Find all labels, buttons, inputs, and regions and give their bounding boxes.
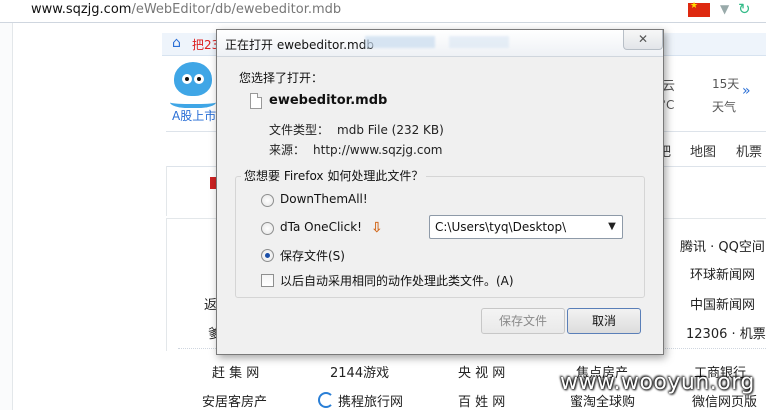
link-ctrip-label: 携程旅行网 bbox=[338, 395, 404, 410]
file-source-value: http://www.sqzjg.com bbox=[313, 143, 443, 157]
file-source-row: 来源： http://www.sqzjg.com bbox=[269, 141, 443, 158]
link-chinanews[interactable]: 中国新闻网 bbox=[690, 294, 755, 313]
home-icon[interactable]: ⌂ bbox=[172, 35, 181, 51]
weather-15day-link[interactable]: 15天 bbox=[712, 75, 739, 92]
category-map[interactable]: 地图 bbox=[690, 141, 716, 160]
save-path-value: C:\Users\tyq\Desktop\ bbox=[435, 220, 567, 234]
octopus-legs bbox=[170, 94, 216, 108]
chosen-label: 您选择了打开： bbox=[239, 71, 324, 85]
file-type-row: 文件类型： mdb File (232 KB) bbox=[269, 121, 444, 138]
link-huanqiu[interactable]: 环球新闻网 bbox=[690, 264, 755, 283]
dialog-title: 正在打开 ewebeditor.mdb bbox=[225, 38, 374, 52]
link-12306[interactable]: 12306 · 机票 bbox=[686, 323, 766, 342]
label-downthemall[interactable]: DownThemAll! bbox=[280, 192, 368, 206]
china-flag-icon bbox=[688, 1, 710, 17]
watermark: www.wooyun.org bbox=[560, 370, 755, 395]
cancel-button[interactable]: 取消 bbox=[567, 308, 641, 334]
action-question: 您想要 Firefox 如何处理此文件？ bbox=[241, 167, 427, 184]
close-button[interactable]: ✕ bbox=[623, 30, 663, 50]
link-ganji[interactable]: 赶 集 网 bbox=[212, 362, 259, 381]
radio-downthemall[interactable] bbox=[261, 194, 274, 207]
link-baixing[interactable]: 百 姓 网 bbox=[458, 391, 505, 410]
octopus-eye-right bbox=[194, 74, 204, 84]
title-blur-1 bbox=[365, 36, 435, 48]
radio-dta-oneclick[interactable] bbox=[261, 222, 274, 235]
dialog-titlebar[interactable]: 正在打开 ewebeditor.mdb ✕ bbox=[217, 30, 663, 57]
url-host: www.sqzjg.com bbox=[31, 2, 132, 17]
ctrip-icon bbox=[318, 392, 334, 408]
weather-link[interactable]: 天气 bbox=[712, 98, 736, 115]
left-page-edge bbox=[0, 23, 13, 410]
down-arrow-icon: ⇩ bbox=[371, 220, 383, 236]
chevron-down-icon: ▼ bbox=[608, 221, 616, 232]
link-anjuke[interactable]: 安居客房产 bbox=[202, 391, 267, 410]
link-cctv[interactable]: 央 视 网 bbox=[458, 362, 505, 381]
label-save-file[interactable]: 保存文件(S) bbox=[280, 247, 345, 264]
octopus-head bbox=[174, 62, 212, 96]
download-dialog: 正在打开 ewebeditor.mdb ✕ 您选择了打开： ewebeditor… bbox=[216, 29, 664, 355]
link-ctrip[interactable]: 携程旅行网 bbox=[318, 391, 403, 410]
refresh-icon[interactable]: ↻ bbox=[738, 0, 751, 18]
file-icon bbox=[250, 93, 262, 109]
link-qzone[interactable]: 腾讯 · QQ空间 bbox=[680, 236, 765, 255]
url-path: /eWebEditor/db/ewebeditor.mdb bbox=[131, 2, 342, 17]
remember-checkbox[interactable] bbox=[261, 274, 274, 287]
chevron-down-icon[interactable]: ▼ bbox=[720, 2, 729, 16]
label-dta-oneclick[interactable]: dTa OneClick! bbox=[280, 220, 362, 234]
file-type-value: mdb File (232 KB) bbox=[337, 123, 444, 137]
link-2144[interactable]: 2144游戏 bbox=[330, 362, 389, 381]
save-file-button[interactable]: 保存文件 bbox=[481, 308, 565, 334]
weather-more-icon[interactable]: » bbox=[742, 83, 751, 99]
file-type-label: 文件类型： bbox=[269, 123, 330, 137]
file-source-label: 来源： bbox=[269, 143, 306, 157]
url-text[interactable]: www.sqzjg.com/eWebEditor/db/ewebeditor.m… bbox=[31, 2, 341, 17]
remember-label[interactable]: 以后自动采用相同的动作处理此类文件。(A) bbox=[280, 272, 514, 289]
radio-save-file[interactable] bbox=[261, 249, 274, 262]
file-name: ewebeditor.mdb bbox=[269, 93, 388, 108]
address-bar[interactable]: www.sqzjg.com/eWebEditor/db/ewebeditor.m… bbox=[0, 0, 766, 23]
logo-caption[interactable]: A股上市 bbox=[172, 107, 216, 124]
close-icon: ✕ bbox=[637, 32, 649, 46]
octopus-eye-left bbox=[182, 74, 192, 84]
category-flights[interactable]: 机票 bbox=[736, 141, 762, 160]
title-blur-2 bbox=[449, 36, 509, 48]
save-path-select[interactable]: C:\Users\tyq\Desktop\ ▼ bbox=[429, 215, 623, 239]
